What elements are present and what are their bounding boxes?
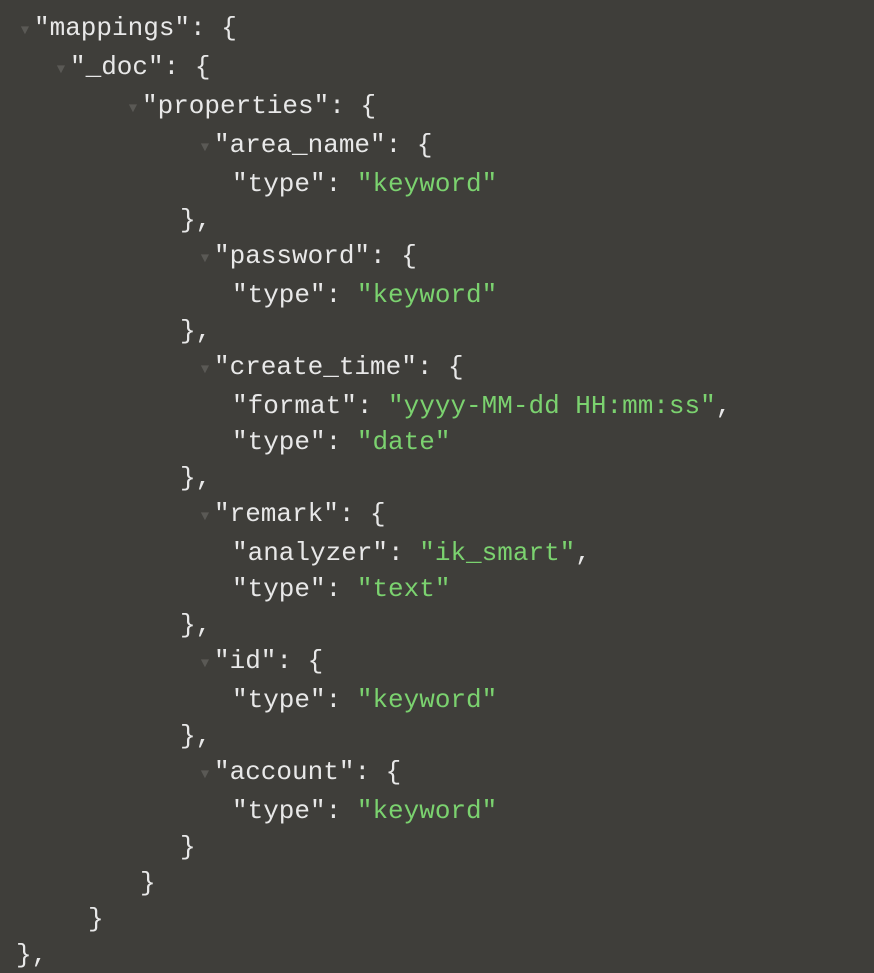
code-line: "analyzer": "ik_smart", xyxy=(0,535,874,571)
code-line: ▼"area_name": { xyxy=(0,127,874,166)
code-line: "type": "keyword" xyxy=(0,682,874,718)
json-punctuation: }, xyxy=(16,940,47,970)
json-punctuation: : { xyxy=(276,646,323,676)
fold-arrow-icon[interactable]: ▼ xyxy=(196,130,214,166)
fold-arrow-icon[interactable]: ▼ xyxy=(196,499,214,535)
json-punctuation: : { xyxy=(164,52,211,82)
json-punctuation: : xyxy=(326,574,357,604)
code-line: }, xyxy=(0,202,874,238)
code-line: "type": "keyword" xyxy=(0,166,874,202)
code-line: "type": "keyword" xyxy=(0,277,874,313)
json-key: "password" xyxy=(214,241,370,271)
json-punctuation: : xyxy=(326,796,357,826)
json-punctuation: } xyxy=(180,832,196,862)
code-line: "type": "text" xyxy=(0,571,874,607)
code-line: ▼"properties": { xyxy=(0,88,874,127)
json-punctuation: } xyxy=(140,868,156,898)
fold-arrow-icon[interactable]: ▼ xyxy=(52,52,70,88)
json-punctuation: : xyxy=(326,280,357,310)
code-line: }, xyxy=(0,460,874,496)
json-key: "type" xyxy=(232,169,326,199)
fold-arrow-icon[interactable]: ▼ xyxy=(196,241,214,277)
code-line: ▼"remark": { xyxy=(0,496,874,535)
code-line: } xyxy=(0,829,874,865)
json-punctuation: , xyxy=(716,391,732,421)
json-punctuation: : xyxy=(326,427,357,457)
json-punctuation: }, xyxy=(180,610,211,640)
json-punctuation: : { xyxy=(190,13,237,43)
json-key: "properties" xyxy=(142,91,329,121)
json-key: "type" xyxy=(232,685,326,715)
code-line: "type": "date" xyxy=(0,424,874,460)
json-key: "analyzer" xyxy=(232,538,388,568)
fold-arrow-icon[interactable]: ▼ xyxy=(196,352,214,388)
json-punctuation: : { xyxy=(339,499,386,529)
json-punctuation: : xyxy=(326,169,357,199)
code-line: "format": "yyyy-MM-dd HH:mm:ss", xyxy=(0,388,874,424)
json-punctuation: : xyxy=(326,685,357,715)
json-key: "type" xyxy=(232,574,326,604)
json-key: "account" xyxy=(214,757,354,787)
json-punctuation: }, xyxy=(180,205,211,235)
code-line: ▼"mappings": { xyxy=(0,10,874,49)
json-key: "type" xyxy=(232,427,326,457)
json-key: "id" xyxy=(214,646,276,676)
json-key: "area_name" xyxy=(214,130,386,160)
json-string-value: "yyyy-MM-dd HH:mm:ss" xyxy=(388,391,716,421)
code-line: ▼"_doc": { xyxy=(0,49,874,88)
json-string-value: "ik_smart" xyxy=(419,538,575,568)
json-key: "remark" xyxy=(214,499,339,529)
json-string-value: "date" xyxy=(357,427,451,457)
json-key: "format" xyxy=(232,391,357,421)
code-line: ▼"account": { xyxy=(0,754,874,793)
code-line: "type": "keyword" xyxy=(0,793,874,829)
code-line: } xyxy=(0,865,874,901)
json-punctuation: }, xyxy=(180,463,211,493)
code-line: }, xyxy=(0,607,874,643)
json-string-value: "keyword" xyxy=(357,685,497,715)
fold-arrow-icon[interactable]: ▼ xyxy=(196,757,214,793)
json-key: "type" xyxy=(232,796,326,826)
json-punctuation: : { xyxy=(370,241,417,271)
json-punctuation: : { xyxy=(354,757,401,787)
code-line: ▼"create_time": { xyxy=(0,349,874,388)
code-line: }, xyxy=(0,313,874,349)
code-line: } xyxy=(0,901,874,937)
json-punctuation: : { xyxy=(417,352,464,382)
json-punctuation: : { xyxy=(329,91,376,121)
code-line: ▼"password": { xyxy=(0,238,874,277)
code-line: ▼"id": { xyxy=(0,643,874,682)
json-string-value: "keyword" xyxy=(357,796,497,826)
json-punctuation: : { xyxy=(386,130,433,160)
code-line: }, xyxy=(0,937,874,973)
json-string-value: "keyword" xyxy=(357,280,497,310)
json-punctuation: }, xyxy=(180,316,211,346)
fold-arrow-icon[interactable]: ▼ xyxy=(124,91,142,127)
json-punctuation: , xyxy=(575,538,591,568)
json-key: "create_time" xyxy=(214,352,417,382)
fold-arrow-icon[interactable]: ▼ xyxy=(16,13,34,49)
json-key: "_doc" xyxy=(70,52,164,82)
json-key: "mappings" xyxy=(34,13,190,43)
json-punctuation: } xyxy=(88,904,104,934)
json-string-value: "text" xyxy=(357,574,451,604)
json-punctuation: }, xyxy=(180,721,211,751)
json-code-block: ▼"mappings": {▼"_doc": {▼"properties": {… xyxy=(0,10,874,973)
json-string-value: "keyword" xyxy=(357,169,497,199)
json-key: "type" xyxy=(232,280,326,310)
fold-arrow-icon[interactable]: ▼ xyxy=(196,646,214,682)
code-line: }, xyxy=(0,718,874,754)
json-punctuation: : xyxy=(388,538,419,568)
json-punctuation: : xyxy=(357,391,388,421)
